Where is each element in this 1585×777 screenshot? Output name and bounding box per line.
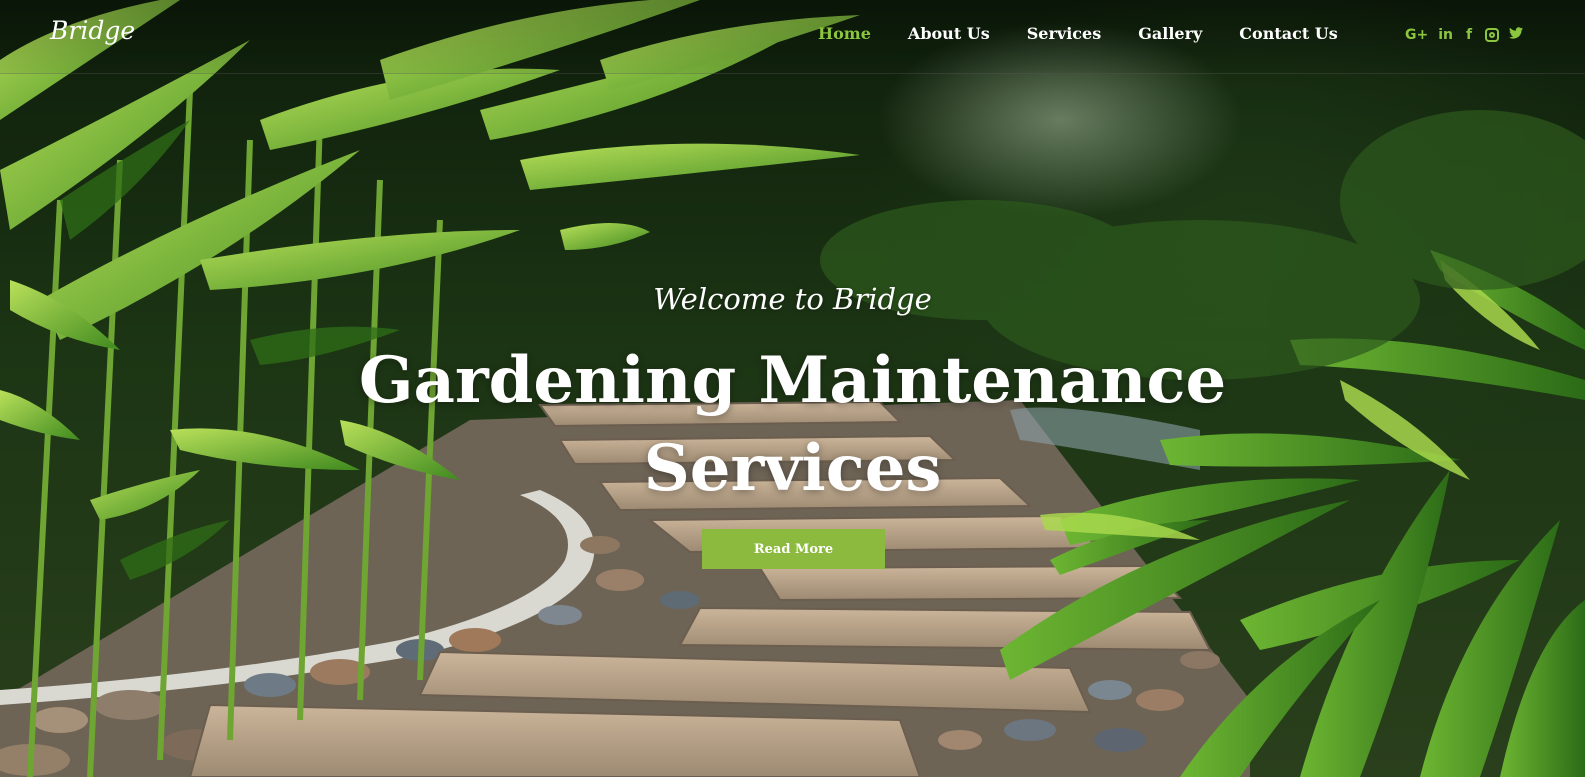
site-header: Bridge Home About Us Services Gallery Co… [0,0,1585,74]
nav-item-services[interactable]: Services [1027,24,1101,43]
nav-item-about-us[interactable]: About Us [908,24,990,43]
site-logo[interactable]: Bridge [50,16,135,45]
twitter-icon[interactable] [1509,27,1523,43]
hero-title-line-1: Gardening Maintenance [358,343,1227,418]
twitter-bird-glyph [1509,27,1523,39]
nav-item-contact-us[interactable]: Contact Us [1239,24,1337,43]
nav-item-gallery[interactable]: Gallery [1138,24,1202,43]
social-links: G+ in f [1405,27,1523,43]
instagram-icon[interactable] [1485,28,1499,42]
linkedin-icon[interactable]: in [1438,27,1453,43]
google-plus-icon[interactable]: G+ [1405,27,1428,43]
read-more-button[interactable]: Read More [702,529,885,569]
hero-section: Bridge Home About Us Services Gallery Co… [0,0,1585,777]
main-nav: Home About Us Services Gallery Contact U… [818,24,1375,43]
nav-item-home[interactable]: Home [818,24,871,43]
facebook-icon[interactable]: f [1463,27,1475,43]
hero-title-line-2: Services [643,431,942,506]
hero-welcome-text: Welcome to Bridge [653,282,932,316]
hero-title: Gardening Maintenance Services [0,337,1585,513]
